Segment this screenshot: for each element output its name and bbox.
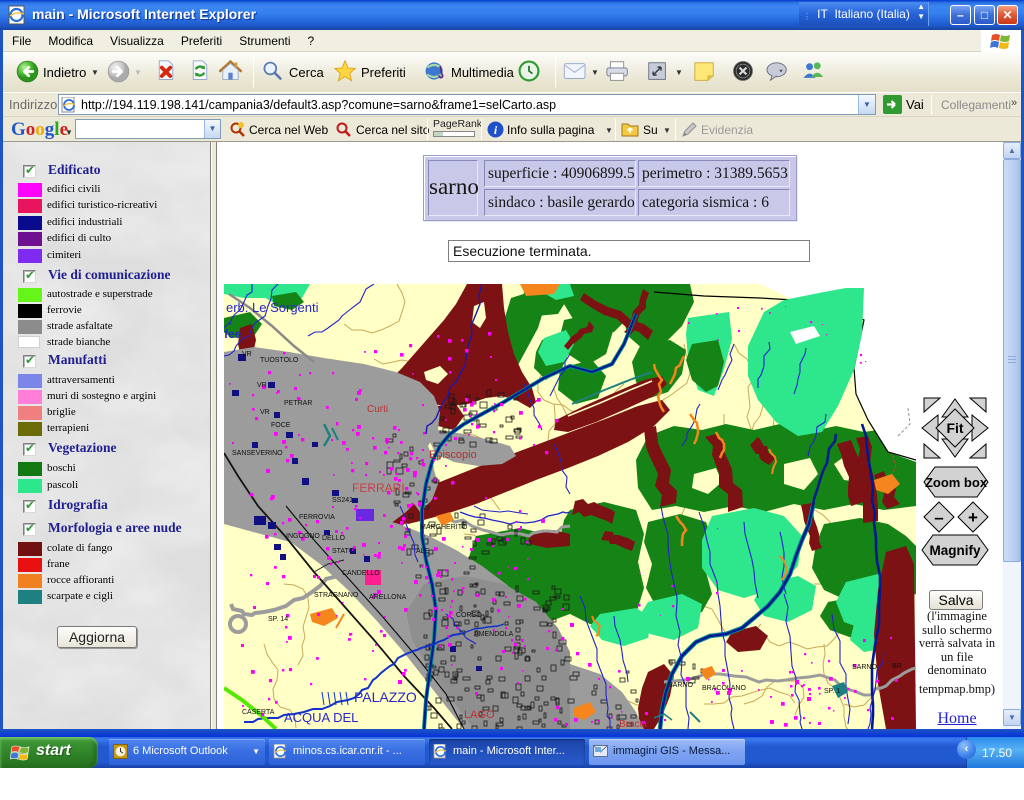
svg-text:CASERTA: CASERTA — [242, 709, 275, 716]
svg-text:SARNO: SARNO — [668, 682, 693, 689]
svg-text:erb. Le Sorgenti: erb. Le Sorgenti — [226, 300, 319, 315]
svg-text:Fit: Fit — [946, 420, 963, 436]
svg-text:fee: fee — [224, 327, 242, 341]
svg-text:SP. 1: SP. 1 — [824, 688, 840, 695]
svg-text:VR: VR — [257, 382, 267, 389]
svg-text:AMENDOLA: AMENDOLA — [474, 631, 514, 638]
svg-text:Zoom box: Zoom box — [925, 475, 988, 490]
svg-text:FERROVIA: FERROVIA — [299, 514, 335, 521]
svg-text:STRAGNANO: STRAGNANO — [314, 592, 359, 599]
svg-text:SARNO: SARNO — [852, 664, 877, 671]
svg-text:INGOGNO: INGOGNO — [286, 533, 320, 540]
svg-text:ALE: ALE — [416, 548, 430, 555]
svg-text:MARGHERITO: MARGHERITO — [420, 524, 468, 531]
svg-text:SP. 14: SP. 14 — [268, 616, 288, 623]
svg-text:ARELLONA: ARELLONA — [369, 594, 407, 601]
svg-text:CANDELLO: CANDELLO — [342, 570, 380, 577]
svg-text:BR: BR — [892, 663, 902, 670]
svg-text:SANSEVERINO: SANSEVERINO — [232, 450, 283, 457]
svg-text:CORSO: CORSO — [456, 612, 482, 619]
svg-text:Bracci: Bracci — [619, 719, 647, 729]
svg-text:PALAZZO: PALAZZO — [354, 689, 417, 705]
svg-text:PETRAR: PETRAR — [284, 400, 312, 407]
svg-text:FOCE: FOCE — [271, 422, 291, 429]
svg-text:SS241: SS241 — [332, 497, 353, 504]
svg-text:LAGO: LAGO — [464, 709, 495, 721]
svg-text:Episcopio: Episcopio — [429, 449, 477, 461]
svg-text:+: + — [968, 508, 978, 527]
svg-text:–: – — [934, 508, 943, 527]
svg-text:ACQUA DEL: ACQUA DEL — [284, 710, 358, 725]
svg-text:BRACOLANO: BRACOLANO — [702, 685, 747, 692]
svg-text:FERRARI: FERRARI — [352, 481, 405, 495]
svg-text:TUOSTOLO: TUOSTOLO — [260, 357, 299, 364]
svg-text:Magnify: Magnify — [929, 543, 980, 558]
svg-text:DELLO: DELLO — [322, 535, 346, 542]
svg-text:VR: VR — [242, 351, 252, 358]
svg-text:STATO: STATO — [332, 548, 355, 555]
svg-text:VR: VR — [260, 409, 270, 416]
svg-text:Curti: Curti — [367, 404, 388, 415]
